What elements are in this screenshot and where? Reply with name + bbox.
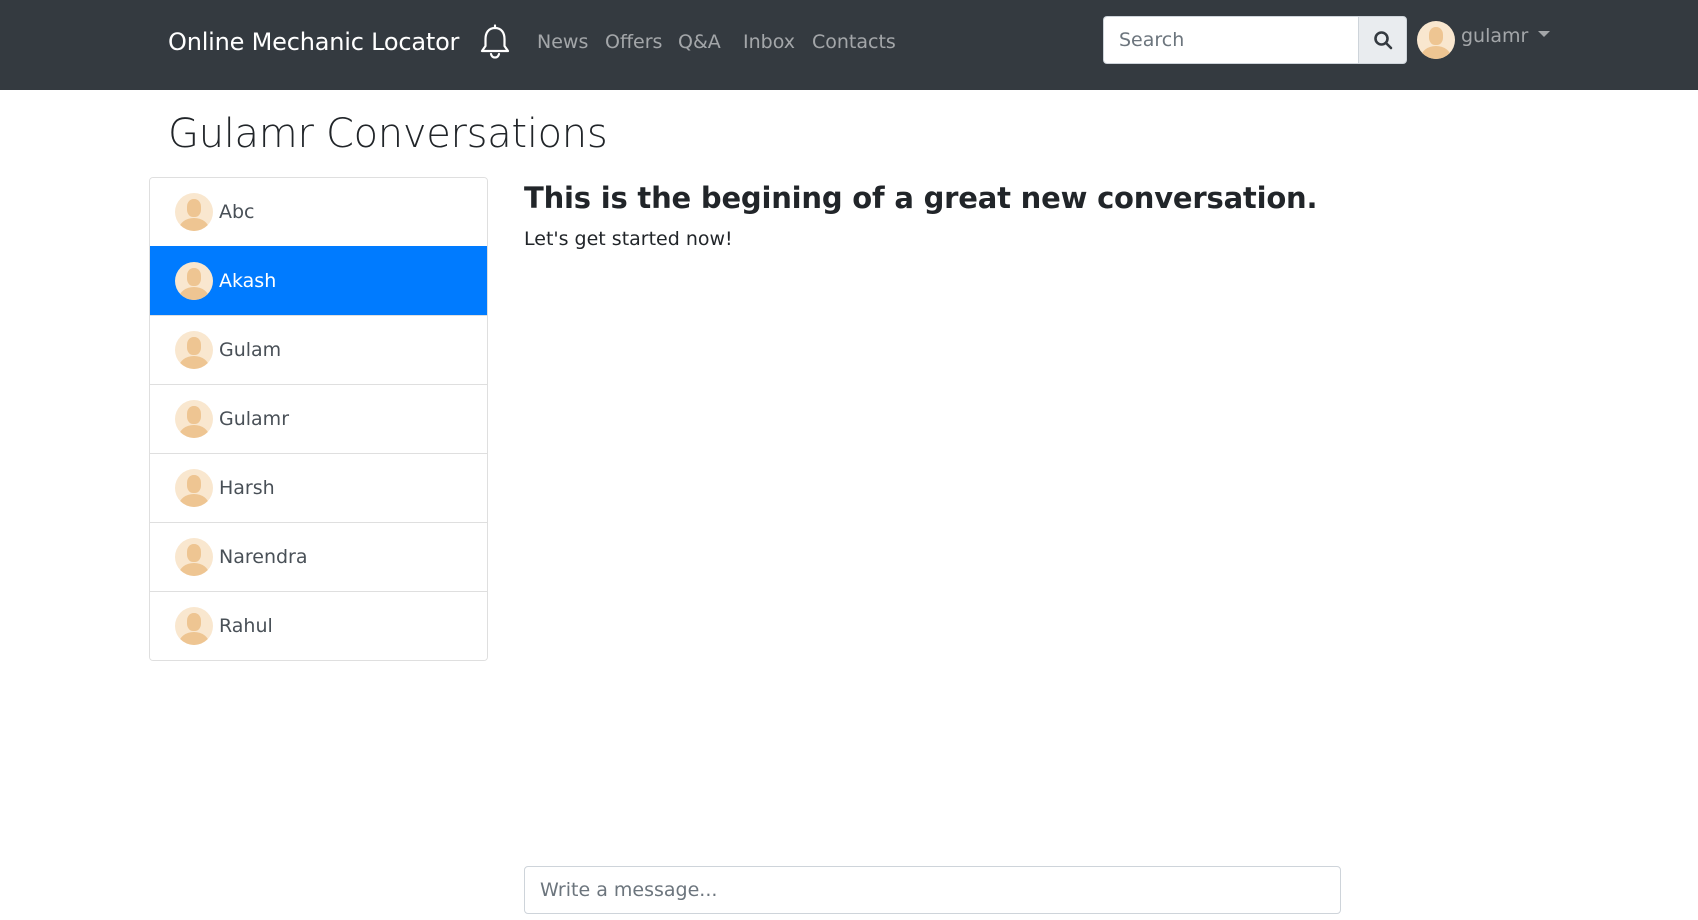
- nav-link-inbox[interactable]: Inbox: [743, 29, 795, 55]
- nav-link-offers[interactable]: Offers: [605, 29, 662, 55]
- contact-item-rahul[interactable]: Rahul: [150, 591, 487, 660]
- avatar-icon: [175, 193, 213, 231]
- bell-icon[interactable]: [478, 24, 512, 60]
- conversation-heading: This is the begining of a great new conv…: [524, 181, 1318, 215]
- user-menu-toggle[interactable]: gulamr: [1417, 20, 1551, 60]
- contact-name: Rahul: [219, 615, 273, 637]
- nav-link-contacts[interactable]: Contacts: [812, 29, 896, 55]
- search-input[interactable]: [1103, 16, 1359, 64]
- avatar-icon: [175, 331, 213, 369]
- search-icon: [1373, 31, 1392, 50]
- contact-item-akash[interactable]: Akash: [150, 246, 487, 315]
- contact-item-harsh[interactable]: Harsh: [150, 453, 487, 522]
- top-navbar: Online Mechanic Locator News Offers Q&A …: [0, 0, 1698, 90]
- contact-name: Narendra: [219, 546, 308, 568]
- avatar-icon: [175, 607, 213, 645]
- contact-name: Harsh: [219, 477, 275, 499]
- avatar-icon: [175, 469, 213, 507]
- conversation-subtext: Let's get started now!: [524, 228, 733, 250]
- contact-item-narendra[interactable]: Narendra: [150, 522, 487, 591]
- contact-name: Gulam: [219, 339, 282, 361]
- contact-item-gulam[interactable]: Gulam: [150, 315, 487, 384]
- contact-item-gulamr[interactable]: Gulamr: [150, 384, 487, 453]
- contacts-list: Abc Akash Gulam Gulamr Harsh Narendra Ra…: [149, 177, 488, 661]
- contact-item-abc[interactable]: Abc: [150, 178, 487, 246]
- nav-link-qa[interactable]: Q&A: [678, 29, 721, 55]
- caret-down-icon: [1538, 31, 1551, 37]
- brand-name[interactable]: Online Mechanic Locator: [168, 24, 459, 60]
- page-title: Gulamr Conversations: [168, 111, 608, 157]
- user-name: gulamr: [1461, 25, 1529, 47]
- search-button[interactable]: [1358, 16, 1407, 64]
- avatar-icon: [1417, 21, 1455, 59]
- message-input[interactable]: [524, 866, 1341, 914]
- contact-name: Gulamr: [219, 408, 290, 430]
- contact-name: Abc: [219, 201, 255, 223]
- avatar-icon: [175, 262, 213, 300]
- nav-link-news[interactable]: News: [537, 29, 588, 55]
- avatar-icon: [175, 538, 213, 576]
- avatar-icon: [175, 400, 213, 438]
- contact-name: Akash: [219, 270, 277, 292]
